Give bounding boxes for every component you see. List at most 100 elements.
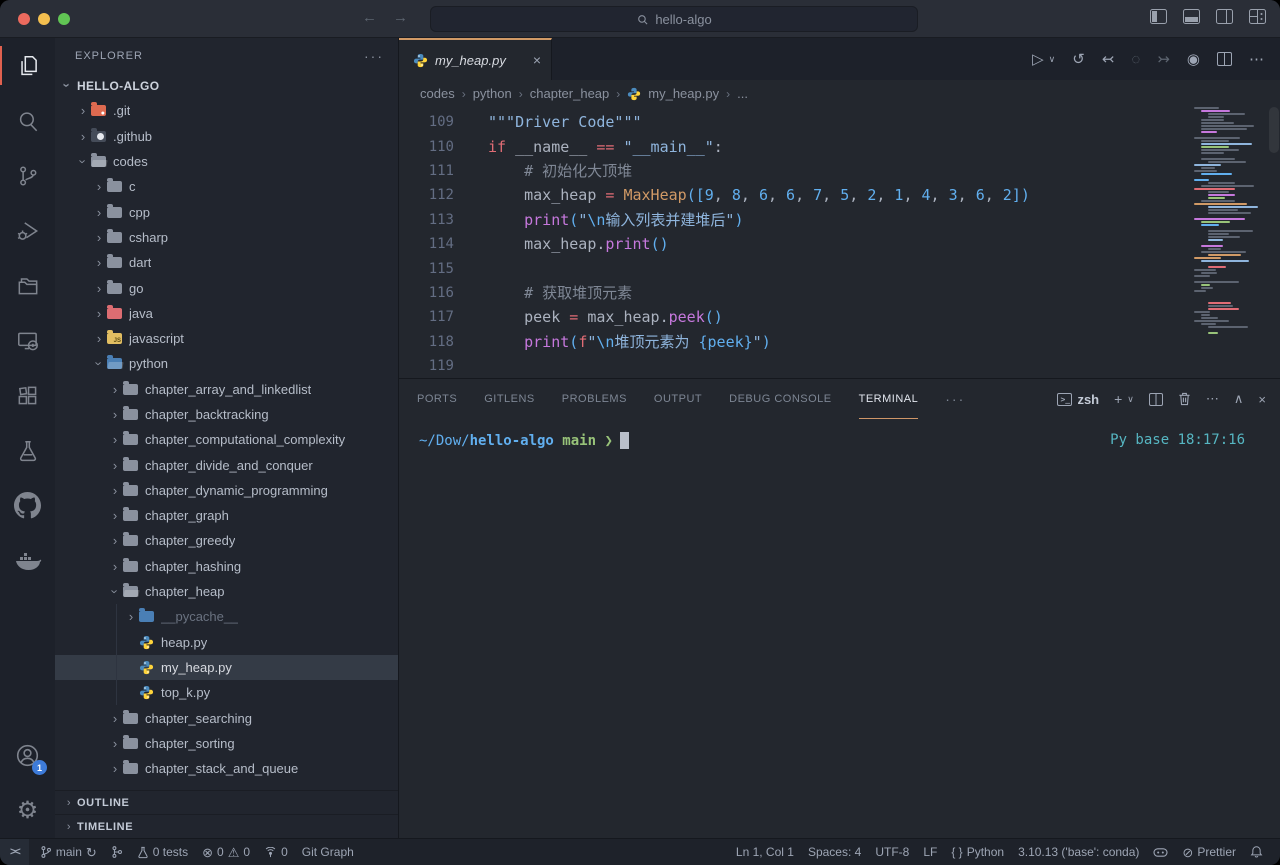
tree-item-chapter-divide-and-conquer[interactable]: ›chapter_divide_and_conquer bbox=[55, 452, 398, 477]
code-line-109[interactable]: 109"""Driver Code""" bbox=[399, 110, 1190, 134]
breadcrumb-item[interactable]: my_heap.py bbox=[648, 86, 719, 101]
tree-item-chapter-computational-complexity[interactable]: ›chapter_computational_complexity bbox=[55, 427, 398, 452]
minimize-window-button[interactable] bbox=[38, 13, 50, 25]
tree-item-chapter-hashing[interactable]: ›chapter_hashing bbox=[55, 554, 398, 579]
go-back-icon[interactable]: ↢ bbox=[1102, 50, 1115, 68]
zoom-window-button[interactable] bbox=[58, 13, 70, 25]
github-icon[interactable] bbox=[0, 478, 55, 533]
panel-tab-debug-console[interactable]: DEBUG CONSOLE bbox=[729, 379, 831, 419]
language-mode[interactable]: { } Python bbox=[944, 845, 1011, 859]
breadcrumb-item[interactable]: python bbox=[473, 86, 512, 101]
tree-item-csharp[interactable]: ›csharp bbox=[55, 225, 398, 250]
notifications-button[interactable] bbox=[1243, 845, 1270, 859]
panel-tab-gitlens[interactable]: GITLENS bbox=[484, 379, 535, 419]
tree-item--github[interactable]: ›.github bbox=[55, 124, 398, 149]
tree-item-codes[interactable]: ›codes bbox=[55, 149, 398, 174]
panel-tab-problems[interactable]: PROBLEMS bbox=[562, 379, 627, 419]
close-panel-icon[interactable]: × bbox=[1258, 392, 1266, 407]
run-python-file-icon[interactable]: ▷ bbox=[1032, 50, 1044, 68]
tree-item-cpp[interactable]: ›cpp bbox=[55, 199, 398, 224]
docker-icon[interactable] bbox=[0, 533, 55, 588]
tree-item-chapter-array-and-linkedlist[interactable]: ›chapter_array_and_linkedlist bbox=[55, 377, 398, 402]
code-line-116[interactable]: 116 # 获取堆顶元素 bbox=[399, 281, 1190, 305]
problems-status[interactable]: ⊗0 ⚠0 bbox=[195, 839, 257, 865]
copilot-status[interactable] bbox=[1146, 846, 1175, 859]
tree-item-chapter-greedy[interactable]: ›chapter_greedy bbox=[55, 528, 398, 553]
run-dropdown-icon[interactable]: ∨ bbox=[1049, 54, 1056, 65]
code-line-111[interactable]: 111 # 初始化大顶堆 bbox=[399, 159, 1190, 183]
panel-tab-terminal[interactable]: TERMINAL bbox=[859, 379, 919, 419]
code-line-110[interactable]: 110if __name__ == "__main__": bbox=[399, 134, 1190, 158]
tree-item-python[interactable]: ›python bbox=[55, 351, 398, 376]
cursor-position[interactable]: Ln 1, Col 1 bbox=[729, 845, 801, 859]
tree-item-chapter-searching[interactable]: ›chapter_searching bbox=[55, 705, 398, 730]
encoding[interactable]: UTF-8 bbox=[868, 845, 916, 859]
tree-item--git[interactable]: ›.git bbox=[55, 98, 398, 123]
tree-item-chapter-stack-and-queue[interactable]: ›chapter_stack_and_queue bbox=[55, 756, 398, 781]
indentation[interactable]: Spaces: 4 bbox=[801, 845, 868, 859]
tree-item-c[interactable]: ›c bbox=[55, 174, 398, 199]
tree-item-dart[interactable]: ›dart bbox=[55, 250, 398, 275]
code-line-119[interactable]: 119 bbox=[399, 354, 1190, 378]
code-line-115[interactable]: 115 bbox=[399, 256, 1190, 280]
navigate-back-icon[interactable]: ← bbox=[362, 9, 377, 26]
panel-tabs-more-icon[interactable]: ··· bbox=[945, 391, 965, 407]
editor-scrollbar[interactable] bbox=[1266, 107, 1280, 378]
breadcrumb-item[interactable]: codes bbox=[420, 86, 455, 101]
tree-item-top-k-py[interactable]: ›top_k.py bbox=[55, 680, 398, 705]
git-graph-button[interactable]: Git Graph bbox=[295, 839, 361, 865]
tree-item-heap-py[interactable]: ›heap.py bbox=[55, 630, 398, 655]
shell-badge[interactable]: >_zsh bbox=[1057, 392, 1099, 407]
code-line-114[interactable]: 114 max_heap.print() bbox=[399, 232, 1190, 256]
testing-icon[interactable] bbox=[0, 423, 55, 478]
settings-gear-icon[interactable]: ⚙ bbox=[0, 783, 55, 838]
code-editor[interactable]: 109"""Driver Code"""110if __name__ == "_… bbox=[399, 107, 1280, 378]
nav-circle-icon[interactable]: ◌ bbox=[1131, 51, 1140, 68]
breadcrumb-item[interactable]: ... bbox=[737, 86, 748, 101]
editor-more-actions-icon[interactable]: ⋯ bbox=[1249, 50, 1264, 68]
tests-status[interactable]: 0 tests bbox=[130, 839, 195, 865]
split-editor-icon[interactable] bbox=[1217, 52, 1232, 66]
tree-item-go[interactable]: ›go bbox=[55, 275, 398, 300]
tree-item-chapter-heap[interactable]: ›chapter_heap bbox=[55, 579, 398, 604]
run-or-debug-icon[interactable]: ◉ bbox=[1187, 50, 1200, 68]
panel-more-actions-icon[interactable]: ⋯ bbox=[1206, 391, 1219, 407]
extensions-icon[interactable] bbox=[0, 368, 55, 423]
search-view-icon[interactable] bbox=[0, 93, 55, 148]
source-control-icon[interactable] bbox=[0, 148, 55, 203]
toggle-primary-sidebar-icon[interactable] bbox=[1150, 9, 1167, 24]
tab-my-heap[interactable]: my_heap.py × bbox=[399, 38, 552, 80]
code-line-112[interactable]: 112 max_heap = MaxHeap([9, 8, 6, 6, 7, 5… bbox=[399, 183, 1190, 207]
explorer-more-actions-icon[interactable]: ··· bbox=[364, 48, 384, 64]
tree-item-chapter-backtracking[interactable]: ›chapter_backtracking bbox=[55, 402, 398, 427]
tab-close-icon[interactable]: × bbox=[533, 52, 541, 68]
new-terminal-icon[interactable]: + bbox=[1114, 391, 1122, 407]
tree-item--pycache-[interactable]: ›__pycache__ bbox=[55, 604, 398, 629]
tree-item-chapter-dynamic-programming[interactable]: ›chapter_dynamic_programming bbox=[55, 478, 398, 503]
terminal-content[interactable]: ~/Dow/hello-algo main ❯ Py base 18:17:16 bbox=[399, 419, 1280, 838]
branch-status[interactable]: main ↻ bbox=[33, 839, 104, 865]
go-forward-icon[interactable]: ↣ bbox=[1157, 50, 1170, 68]
tree-item-chapter-sorting[interactable]: ›chapter_sorting bbox=[55, 731, 398, 756]
tree-item-javascript[interactable]: ›javascript bbox=[55, 326, 398, 351]
run-debug-icon[interactable] bbox=[0, 203, 55, 258]
close-window-button[interactable] bbox=[18, 13, 30, 25]
prettier-status[interactable]: ⊘ Prettier bbox=[1175, 845, 1243, 859]
kill-terminal-trash-icon[interactable] bbox=[1178, 392, 1191, 406]
explorer-icon[interactable] bbox=[0, 38, 55, 93]
terminal-dropdown-icon[interactable]: ∨ bbox=[1127, 394, 1134, 405]
toggle-panel-icon[interactable] bbox=[1183, 9, 1200, 24]
eol-sequence[interactable]: LF bbox=[916, 845, 944, 859]
panel-tab-output[interactable]: OUTPUT bbox=[654, 379, 702, 419]
python-interpreter[interactable]: 3.10.13 ('base': conda) bbox=[1011, 845, 1146, 859]
tree-root-hello-algo[interactable]: ›HELLO-ALGO bbox=[55, 73, 398, 98]
panel-tab-ports[interactable]: PORTS bbox=[417, 379, 457, 419]
tree-item-chapter-graph[interactable]: ›chapter_graph bbox=[55, 503, 398, 528]
timeline-section[interactable]: ›TIMELINE bbox=[55, 814, 398, 838]
project-folders-icon[interactable] bbox=[0, 258, 55, 313]
tree-item-my-heap-py[interactable]: ›my_heap.py bbox=[55, 655, 398, 680]
git-graph-branch-button[interactable] bbox=[104, 839, 130, 865]
toggle-secondary-sidebar-icon[interactable] bbox=[1216, 9, 1233, 24]
code-line-117[interactable]: 117 peek = max_heap.peek() bbox=[399, 305, 1190, 329]
navigate-forward-icon[interactable]: → bbox=[393, 9, 408, 26]
